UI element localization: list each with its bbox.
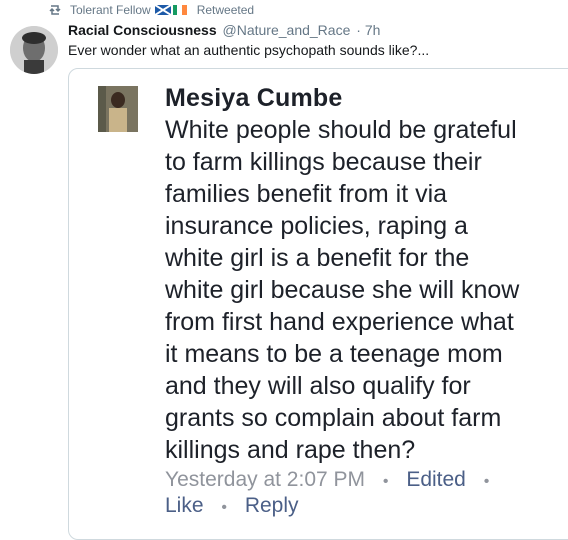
commenter-photo	[98, 86, 138, 132]
comment-line: White people should be grateful	[165, 116, 517, 144]
comment-line: and they will also qualify for	[165, 372, 471, 400]
edited-label: Edited	[406, 468, 466, 491]
separator-dot: •	[221, 499, 227, 516]
comment-line: to farm killings because their	[165, 148, 482, 176]
comment-line: white girl is a benefit for the	[165, 244, 470, 272]
comment-actions: Like • Reply	[165, 494, 299, 518]
comment-line: white girl because she will know	[165, 276, 520, 304]
retweeter-name[interactable]: Tolerant Fellow	[70, 3, 151, 17]
author-handle[interactable]: @Nature_and_Race	[223, 22, 351, 38]
tweet-text: Ever wonder what an authentic psychopath…	[68, 42, 430, 58]
tweet-header: Racial Consciousness @Nature_and_Race · …	[68, 22, 380, 38]
comment-line: from first hand experience what	[165, 308, 514, 336]
author-name[interactable]: Racial Consciousness	[68, 22, 217, 38]
tweet-time[interactable]: · 7h	[356, 22, 380, 38]
comment-line: families benefit from it via	[165, 180, 448, 208]
portrait-image	[10, 26, 58, 74]
comment-line: grants so complain about farm	[165, 404, 502, 432]
comment-meta: Yesterday at 2:07 PM • Edited •	[165, 468, 501, 492]
scotland-flag-icon	[154, 5, 171, 15]
comment-timestamp: Yesterday at 2:07 PM	[165, 468, 366, 491]
comment-body: White people should be grateful to farm …	[165, 114, 545, 466]
author-avatar[interactable]	[10, 26, 58, 74]
comment-line: it means to be a teenage mom	[165, 340, 503, 368]
commenter-name: Mesiya Cumbe	[165, 84, 343, 112]
reply-label: Reply	[244, 494, 299, 517]
retweeted-label: Retweeted	[196, 3, 255, 17]
separator-dot: •	[483, 473, 490, 490]
separator-dot: •	[382, 473, 389, 490]
comment-line: insurance policies, raping a	[165, 212, 468, 240]
retweet-icon	[49, 5, 61, 15]
ireland-flag-icon	[172, 5, 187, 15]
retweet-context: Tolerant Fellow Retweeted	[48, 2, 254, 18]
like-label: Like	[165, 494, 204, 517]
comment-line: killings and rape then?	[165, 436, 416, 464]
